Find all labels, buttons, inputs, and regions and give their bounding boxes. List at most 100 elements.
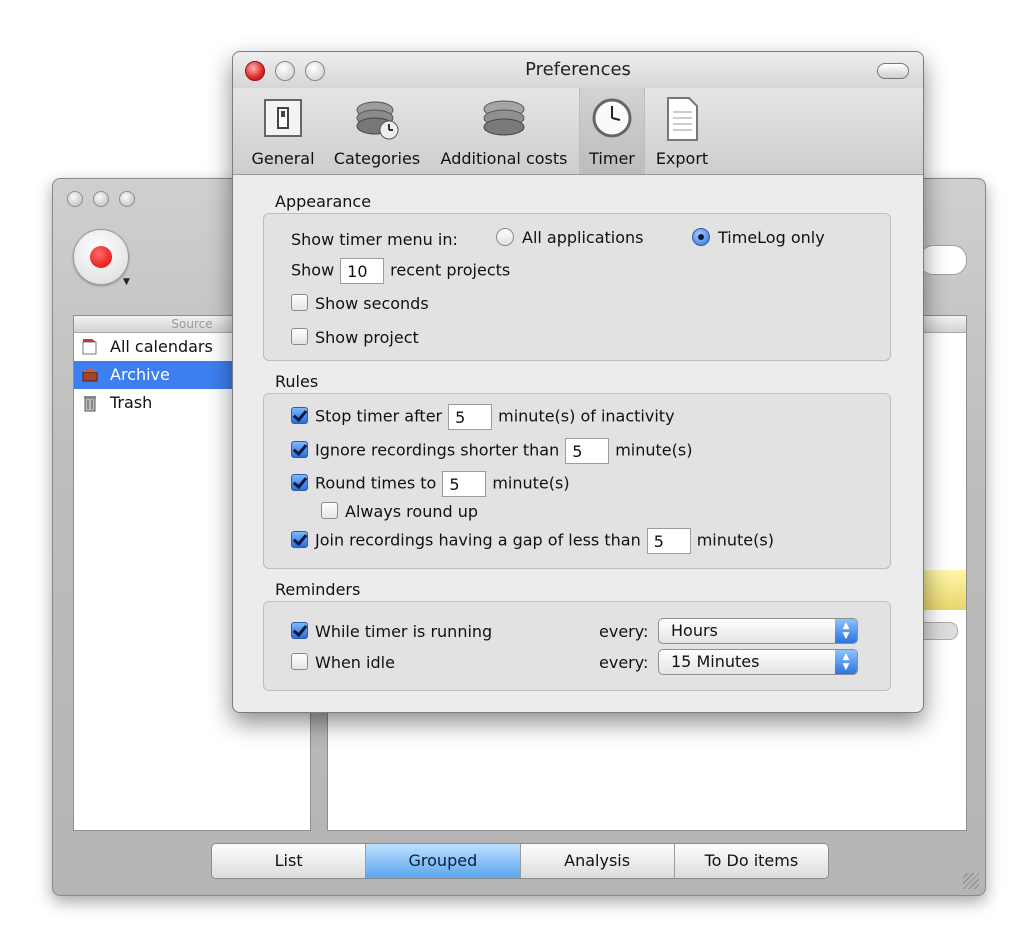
record-button[interactable] xyxy=(73,229,129,285)
tab-grouped[interactable]: Grouped xyxy=(366,844,521,878)
clock-icon xyxy=(592,98,632,138)
toolbar-label: Categories xyxy=(333,149,421,168)
toolbar-toggle-button[interactable] xyxy=(877,63,909,79)
when-idle-checkbox[interactable]: When idle xyxy=(291,653,395,672)
checkbox[interactable] xyxy=(291,328,308,345)
document-icon xyxy=(667,97,698,141)
ignore-label: Ignore recordings shorter than xyxy=(315,440,560,460)
round-suffix: minute(s) xyxy=(492,473,570,493)
toolbar-label: General xyxy=(251,149,315,168)
radio-timelog-only[interactable]: TimeLog only xyxy=(692,228,825,247)
archive-box-icon xyxy=(82,368,98,382)
search-field[interactable] xyxy=(919,245,967,275)
record-menu-arrow-icon[interactable]: ▼ xyxy=(123,277,130,287)
record-icon xyxy=(90,246,112,268)
checkbox[interactable] xyxy=(321,502,338,519)
popup-value: 15 Minutes xyxy=(671,652,760,671)
when-idle-interval-popup[interactable]: 15 Minutes ▲ ▼ xyxy=(658,649,858,675)
tab-analysis[interactable]: Analysis xyxy=(520,844,675,878)
radio-label: TimeLog only xyxy=(718,228,825,247)
toolbar-label: Additional costs xyxy=(440,149,568,168)
source-item-label: All calendars xyxy=(110,337,213,356)
tab-to-do-items[interactable]: To Do items xyxy=(674,844,828,878)
round-row: Round times to 5 minute(s) xyxy=(291,471,570,497)
checkbox[interactable] xyxy=(291,294,308,311)
reminders-box: While timer is running every: Hours ▲ ▼ W… xyxy=(263,601,891,691)
window-title: Preferences xyxy=(525,59,631,80)
appearance-label: Appearance xyxy=(275,192,372,211)
join-minutes-field[interactable]: 5 xyxy=(646,528,691,554)
recent-projects-label: recent projects xyxy=(390,260,511,280)
checkbox-label: Show seconds xyxy=(315,294,429,313)
switch-icon xyxy=(264,99,302,137)
categories-discs-icon xyxy=(356,101,399,140)
prefs-toolbar: General Categories Additional costs Time… xyxy=(233,88,923,175)
toolbar-additional-costs[interactable]: Additional costs xyxy=(433,88,575,174)
close-light-inactive[interactable] xyxy=(67,191,83,207)
title-bar: Preferences xyxy=(233,52,923,88)
toolbar-export[interactable]: Export xyxy=(647,88,717,174)
view-segmented-control: List Grouped Analysis To Do items xyxy=(211,843,829,879)
always-round-up-checkbox[interactable]: Always round up xyxy=(321,502,478,521)
radio-circle[interactable] xyxy=(692,228,710,246)
recent-projects-row: Show 10 recent projects xyxy=(291,258,510,284)
checkbox-label: Always round up xyxy=(345,502,479,521)
preferences-window: Preferences General Categories Additiona… xyxy=(232,51,924,713)
rules-box: Stop timer after 5 minute(s) of inactivity… xyxy=(263,393,891,569)
toolbar-categories[interactable]: Categories xyxy=(327,88,427,174)
round-minutes-field[interactable]: 5 xyxy=(442,471,487,497)
checkbox-label: While timer is running xyxy=(315,622,493,641)
checkbox[interactable] xyxy=(291,622,308,639)
round-checkbox[interactable] xyxy=(291,473,308,491)
join-label: Join recordings having a gap of less tha… xyxy=(315,530,641,550)
stop-timer-label: Stop timer after xyxy=(315,406,443,426)
stop-timer-suffix: minute(s) of inactivity xyxy=(498,406,675,426)
toolbar-label: Timer xyxy=(589,149,635,168)
updown-arrows-icon: ▲ ▼ xyxy=(835,619,857,643)
show-timer-menu-label: Show timer menu in: xyxy=(291,230,458,249)
rules-label: Rules xyxy=(275,372,319,391)
recent-projects-count-field[interactable]: 10 xyxy=(340,258,385,284)
ignore-checkbox[interactable] xyxy=(291,440,308,458)
timer-pane: Appearance Show timer menu in: All appli… xyxy=(233,175,923,712)
tab-list[interactable]: List xyxy=(212,844,367,878)
source-item-label: Archive xyxy=(110,365,170,384)
round-label: Round times to xyxy=(315,473,437,493)
join-suffix: minute(s) xyxy=(696,530,774,550)
ignore-minutes-field[interactable]: 5 xyxy=(565,438,610,464)
while-running-every-label: every: xyxy=(599,622,649,641)
calendar-icon xyxy=(82,339,97,355)
join-checkbox[interactable] xyxy=(291,530,308,548)
radio-label: All applications xyxy=(522,228,644,247)
show-project-checkbox[interactable]: Show project xyxy=(291,328,419,347)
updown-arrows-icon: ▲ ▼ xyxy=(835,650,857,674)
toolbar-label: Export xyxy=(655,149,709,168)
resize-grip[interactable] xyxy=(963,873,979,889)
stop-timer-checkbox[interactable] xyxy=(291,406,308,424)
toolbar-timer[interactable]: Timer xyxy=(579,88,645,174)
trash-icon xyxy=(84,396,96,412)
reminders-label: Reminders xyxy=(275,580,361,599)
show-label: Show xyxy=(291,260,335,280)
checkbox-label: Show project xyxy=(315,328,419,347)
source-item-label: Trash xyxy=(110,393,153,412)
zoom-light-inactive[interactable] xyxy=(119,191,135,207)
checkbox[interactable] xyxy=(291,653,308,670)
stop-timer-row: Stop timer after 5 minute(s) of inactivity xyxy=(291,404,675,430)
ignore-row: Ignore recordings shorter than 5 minute(s) xyxy=(291,438,692,464)
when-idle-every-label: every: xyxy=(599,653,649,672)
ignore-suffix: minute(s) xyxy=(615,440,693,460)
popup-value: Hours xyxy=(671,621,718,640)
while-running-interval-popup[interactable]: Hours ▲ ▼ xyxy=(658,618,858,644)
toolbar-general[interactable]: General xyxy=(245,88,321,174)
appearance-box: Show timer menu in: All applications Tim… xyxy=(263,213,891,361)
checkbox-label: When idle xyxy=(315,653,395,672)
radio-all-applications[interactable]: All applications xyxy=(496,228,644,247)
join-row: Join recordings having a gap of less tha… xyxy=(291,528,774,554)
radio-circle[interactable] xyxy=(496,228,514,246)
minimize-light-inactive[interactable] xyxy=(93,191,109,207)
coins-icon xyxy=(483,100,525,136)
stop-timer-minutes-field[interactable]: 5 xyxy=(448,404,493,430)
show-seconds-checkbox[interactable]: Show seconds xyxy=(291,294,429,313)
while-running-checkbox[interactable]: While timer is running xyxy=(291,622,492,641)
